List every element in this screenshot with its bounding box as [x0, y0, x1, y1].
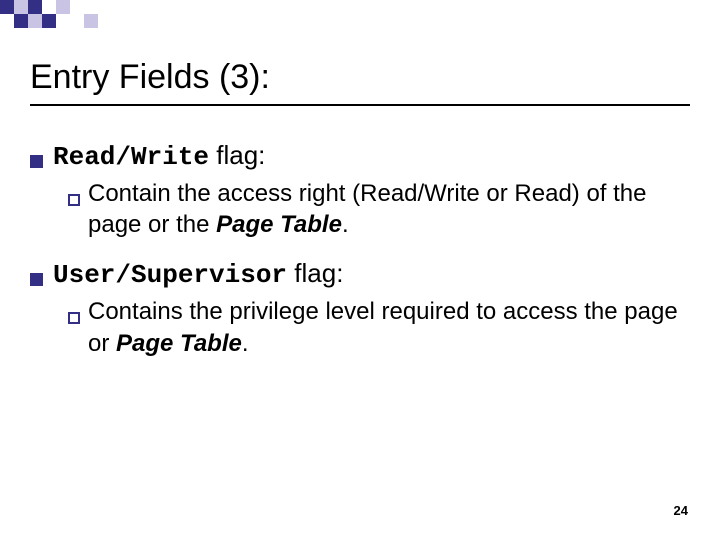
list-item-lead: Read/Write flag:: [30, 140, 680, 172]
list-subitem: Contain the access right (Read/Write or …: [68, 178, 680, 240]
list-subitem-text: Contain the access right (Read/Write or …: [88, 178, 680, 240]
slide-decor-row2: [0, 14, 98, 28]
list-item: Read/Write flag: Contain the access righ…: [30, 140, 680, 240]
list-item-lead: User/Supervisor flag:: [30, 258, 680, 290]
list-subitem-text: Contains the privilege level required to…: [88, 296, 680, 358]
slide-title: Entry Fields (3):: [30, 58, 270, 97]
code-text: Read/Write: [53, 142, 209, 172]
slide-decor-row1: [0, 0, 70, 14]
page-number: 24: [674, 503, 688, 518]
list-subitem: Contains the privilege level required to…: [68, 296, 680, 358]
square-bullet-icon: [30, 155, 43, 168]
slide-content: Read/Write flag: Contain the access righ…: [30, 140, 680, 377]
list-item-title: User/Supervisor flag:: [53, 258, 343, 290]
suffix-text: flag:: [287, 258, 343, 288]
list-item-title: Read/Write flag:: [53, 140, 265, 172]
sub-post: .: [242, 330, 249, 357]
sub-pre: Contain the access right (Read/Write or …: [88, 180, 647, 238]
sub-em: Page Table: [116, 330, 242, 357]
title-rule: [30, 104, 690, 106]
open-square-bullet-icon: [68, 194, 80, 206]
square-bullet-icon: [30, 273, 43, 286]
sub-post: .: [342, 211, 349, 238]
sub-em: Page Table: [216, 211, 342, 238]
suffix-text: flag:: [209, 140, 265, 170]
list-item: User/Supervisor flag: Contains the privi…: [30, 258, 680, 358]
code-text: User/Supervisor: [53, 260, 287, 290]
open-square-bullet-icon: [68, 312, 80, 324]
